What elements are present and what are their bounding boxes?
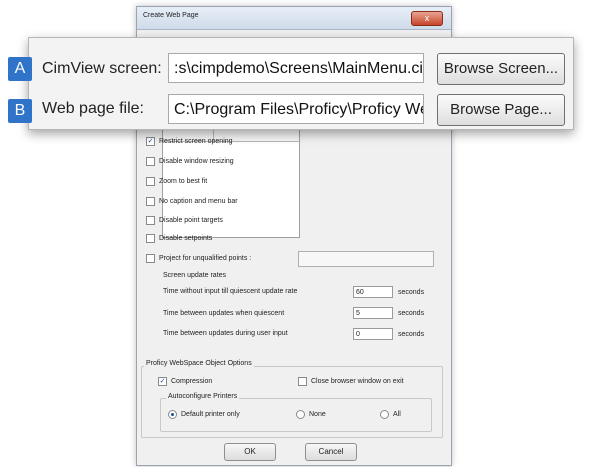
web-page-file-label: Web page file:: [42, 100, 144, 117]
radio-label: All: [393, 411, 401, 418]
window-title: Create Web Page: [143, 12, 199, 19]
checkbox-icon[interactable]: [146, 197, 155, 206]
checkbox-icon[interactable]: [146, 234, 155, 243]
checkbox-icon[interactable]: [298, 377, 307, 386]
title-bar: Create Web Page x: [137, 7, 451, 30]
option-label: Disable window resizing: [159, 158, 234, 165]
quiescent-rate-input[interactable]: 5: [353, 307, 393, 319]
checkbox-icon[interactable]: ✓: [158, 377, 167, 386]
option-label: No caption and menu bar: [159, 198, 238, 205]
checkbox-icon[interactable]: [146, 254, 155, 263]
checkbox-icon[interactable]: ✓: [146, 137, 155, 146]
option-label: Close browser window on exit: [311, 378, 404, 385]
radio-icon[interactable]: [296, 410, 305, 419]
option-disable-point-targets[interactable]: Disable point targets: [146, 216, 223, 225]
radio-label: None: [309, 411, 326, 418]
unit-label: seconds: [398, 310, 425, 317]
option-zoom-to-best-fit[interactable]: Zoom to best fit: [146, 177, 207, 186]
close-button[interactable]: x: [411, 11, 443, 26]
radio-selected-icon[interactable]: [168, 410, 177, 419]
quiescent-wait-input[interactable]: 60: [353, 286, 393, 298]
option-restrict-screen-opening[interactable]: ✓ Restrict screen opening: [146, 137, 233, 146]
radio-none[interactable]: None: [296, 410, 326, 419]
user-input-rate-input[interactable]: 0: [353, 328, 393, 340]
browse-page-button[interactable]: Browse Page...: [437, 94, 565, 126]
badge-a: A: [8, 57, 32, 81]
option-label: Disable setpoints: [159, 235, 213, 242]
radio-label: Default printer only: [181, 411, 240, 418]
browse-screen-button[interactable]: Browse Screen...: [437, 53, 565, 85]
option-label: Compression: [171, 378, 213, 385]
unit-label: seconds: [398, 289, 425, 296]
compression-checkbox[interactable]: ✓ Compression: [158, 377, 212, 386]
checkbox-icon[interactable]: [146, 216, 155, 225]
update-rate-label: Time between updates during user input: [163, 330, 288, 337]
checkbox-icon[interactable]: [146, 177, 155, 186]
close-browser-checkbox[interactable]: Close browser window on exit: [298, 377, 404, 386]
option-disable-window-resizing[interactable]: Disable window resizing: [146, 157, 234, 166]
update-rates-title: Screen update rates: [163, 272, 227, 279]
web-page-file-input[interactable]: C:\Program Files\Proficy\Proficy Web: [168, 94, 424, 124]
update-rate-label: Time without input till quiescent update…: [163, 288, 298, 295]
option-no-caption-menu-bar[interactable]: No caption and menu bar: [146, 197, 238, 206]
radio-icon[interactable]: [380, 410, 389, 419]
option-label: Disable point targets: [159, 217, 223, 224]
option-label: Project for unqualified points :: [159, 255, 252, 262]
ok-button[interactable]: OK: [224, 443, 276, 461]
project-unqualified-field[interactable]: [298, 251, 434, 267]
radio-default-printer-only[interactable]: Default printer only: [168, 410, 240, 419]
cimview-screen-label: CimView screen:: [42, 60, 162, 77]
printers-group-title: Autoconfigure Printers: [166, 393, 240, 400]
cimview-screen-input[interactable]: :s\cimpdemo\Screens\MainMenu.cim: [168, 53, 424, 83]
checkbox-icon[interactable]: [146, 157, 155, 166]
radio-all[interactable]: All: [380, 410, 401, 419]
cancel-button[interactable]: Cancel: [305, 443, 357, 461]
option-disable-setpoints[interactable]: Disable setpoints: [146, 234, 212, 243]
webspace-group-title: Proficy WebSpace Object Options: [144, 360, 254, 367]
badge-b: B: [8, 99, 32, 123]
option-label: Zoom to best fit: [159, 178, 208, 185]
unit-label: seconds: [398, 331, 425, 338]
option-label: Restrict screen opening: [159, 138, 233, 145]
option-project-unqualified-points[interactable]: Project for unqualified points :: [146, 254, 251, 263]
update-rate-label: Time between updates when quiescent: [163, 310, 285, 317]
